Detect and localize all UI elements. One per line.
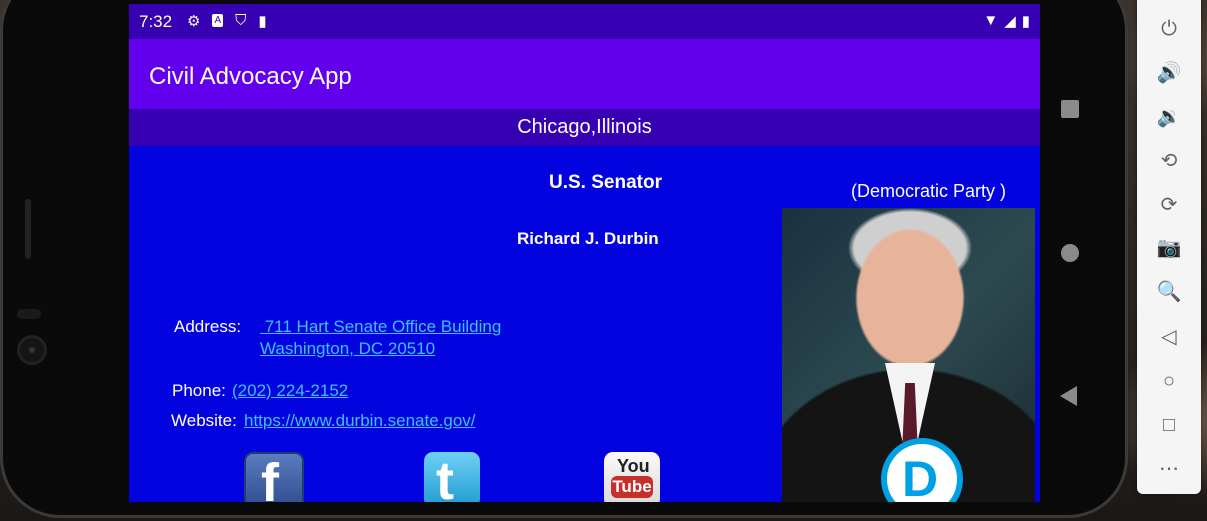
address-link-line1[interactable]: 711 Hart Senate Office Building — [260, 317, 502, 337]
rotate-right-icon[interactable]: ⟳ — [1149, 190, 1189, 220]
battery-icon: ▮ — [1021, 13, 1030, 30]
rotate-left-icon[interactable]: ⟲ — [1149, 146, 1189, 176]
overview-nav-icon[interactable] — [1061, 100, 1079, 118]
home-icon[interactable]: ○ — [1149, 366, 1189, 396]
phone-link[interactable]: (202) 224-2152 — [232, 381, 348, 401]
android-nav-bar — [1045, 0, 1095, 520]
gear-icon: ⚙ — [187, 13, 201, 30]
signal-icon: ◢ — [1004, 13, 1016, 30]
phone-side-button — [25, 199, 31, 259]
volume-up-icon[interactable]: 🔊 — [1149, 58, 1189, 88]
phone-label: Phone: — [172, 381, 226, 400]
app-bar: Civil Advocacy App — [129, 39, 1040, 109]
facebook-button[interactable]: f — [244, 452, 304, 502]
volume-down-icon[interactable]: 🔉 — [1149, 102, 1189, 132]
emulator-toolbar: ⏻ 🔊 🔉 ⟲ ⟳ 📷 🔍 ◁ ○ □ ⋯ — [1137, 0, 1201, 494]
phone-camera — [17, 335, 47, 365]
address-label: Address: — [174, 317, 242, 336]
facebook-icon: f — [261, 453, 279, 502]
wifi-icon: ▼ — [983, 12, 999, 29]
home-nav-icon[interactable] — [1061, 244, 1079, 262]
app-title: Civil Advocacy App — [149, 63, 352, 90]
website-link[interactable]: https://www.durbin.senate.gov/ — [244, 411, 476, 431]
location-header: Chicago,Illinois — [129, 109, 1040, 146]
party-logo-glyph: D — [902, 451, 939, 502]
website-label: Website: — [171, 411, 237, 430]
more-icon[interactable]: ⋯ — [1149, 454, 1189, 484]
sd-card-icon: ▮ — [258, 13, 267, 30]
camera-icon[interactable]: 📷 — [1149, 233, 1189, 263]
address-link-line2[interactable]: Washington, DC 20510 — [260, 339, 435, 359]
shield-icon: ⛉ — [235, 12, 247, 29]
a-icon: A — [212, 14, 224, 27]
youtube-icon-you: You — [617, 456, 650, 476]
status-time: 7:32 — [139, 12, 173, 31]
app-screen: 7:32 ⚙ A ⛉ ▮ ▼ ◢ ▮ Civil Advocacy App Ch… — [129, 4, 1040, 502]
youtube-button[interactable]: You Tube — [604, 452, 660, 502]
zoom-icon[interactable]: 🔍 — [1149, 277, 1189, 307]
twitter-icon: t — [436, 451, 454, 502]
official-name: Richard J. Durbin — [517, 229, 659, 248]
back-icon[interactable]: ◁ — [1149, 322, 1189, 352]
phone-speaker — [17, 309, 41, 319]
twitter-button[interactable]: t — [424, 451, 480, 502]
back-nav-icon[interactable] — [1060, 386, 1077, 406]
official-office: U.S. Senator — [549, 172, 662, 193]
official-party: (Democratic Party ) — [851, 181, 1007, 201]
overview-icon[interactable]: □ — [1149, 410, 1189, 440]
power-icon[interactable]: ⏻ — [1149, 14, 1189, 44]
status-bar: 7:32 ⚙ A ⛉ ▮ ▼ ◢ ▮ — [129, 4, 1040, 39]
youtube-icon-tube: Tube — [611, 476, 653, 498]
